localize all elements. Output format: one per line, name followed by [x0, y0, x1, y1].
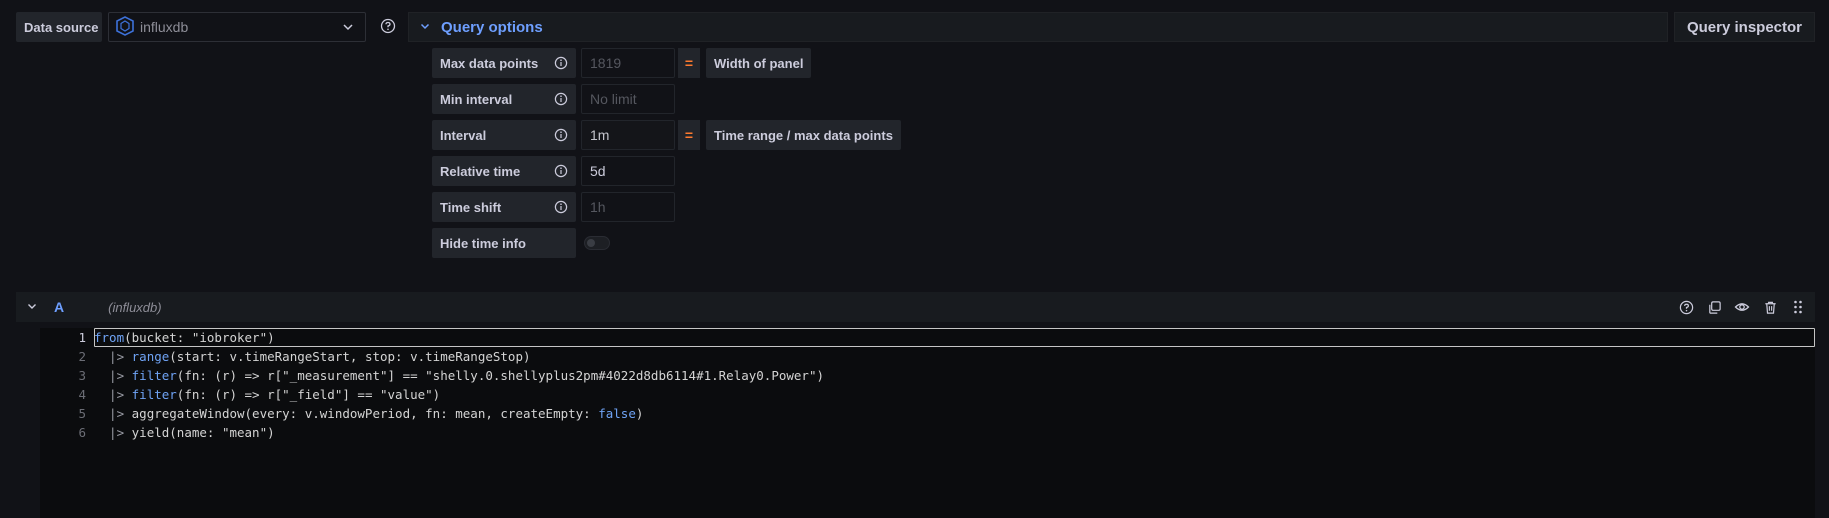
query-options-toggle[interactable]: Query options — [408, 12, 1668, 42]
code-token: range — [131, 349, 170, 364]
toggle-knob — [587, 239, 595, 247]
code-line[interactable]: |> filter(fn: (r) => r["_field"] == "val… — [94, 385, 824, 404]
code-token: |> — [94, 406, 132, 421]
interval-value: 1m — [581, 120, 675, 150]
code-token: (start: v.timeRangeStart, stop: v.timeRa… — [169, 349, 531, 364]
help-icon — [380, 18, 396, 37]
interval-description: Time range / max data points — [706, 120, 901, 150]
code-line[interactable]: |> filter(fn: (r) => r["_measurement"] =… — [94, 366, 824, 385]
code-token: (fn: (r) => r["_measurement"] == "shelly… — [176, 368, 825, 383]
line-number: 6 — [78, 425, 86, 440]
info-icon[interactable] — [554, 128, 568, 145]
code-token: filter — [131, 387, 177, 402]
time-shift-label: Time shift — [432, 192, 576, 222]
query-ref-id[interactable]: A — [54, 299, 64, 315]
query-code-editor[interactable]: 1 2 3 4 5 6 from(bucket: "iobroker") |> range… — [40, 328, 1815, 518]
data-source-label: Data source — [16, 12, 102, 42]
chevron-down-icon — [419, 19, 431, 35]
code-token: from — [94, 330, 125, 345]
code-token: |> — [94, 349, 132, 364]
code-token: (fn: (r) => r["_field"] == "value") — [176, 387, 441, 402]
code-token: aggregateWindow(every: v.windowPeriod, f… — [131, 406, 599, 421]
code-line[interactable]: |> aggregateWindow(every: v.windowPeriod… — [94, 404, 824, 423]
max-data-points-label: Max data points — [432, 48, 576, 78]
query-row-header[interactable]: A (influxdb) — [16, 292, 1815, 322]
line-number: 1 — [78, 330, 86, 345]
max-data-points-description: Width of panel — [706, 48, 812, 78]
duplicate-icon[interactable] — [1705, 298, 1723, 316]
code-line[interactable]: from(bucket: "iobroker") — [94, 328, 824, 347]
info-icon[interactable] — [554, 92, 568, 109]
max-data-points-input[interactable]: 1819 — [581, 48, 675, 78]
code-token: |> — [94, 368, 132, 383]
line-number-gutter: 1 2 3 4 5 6 — [40, 328, 92, 442]
code-lines[interactable]: from(bucket: "iobroker") |> range(start:… — [94, 328, 824, 442]
info-icon[interactable] — [554, 200, 568, 217]
chevron-down-icon[interactable] — [26, 299, 38, 315]
info-icon[interactable] — [554, 164, 568, 181]
query-datasource-name: (influxdb) — [108, 299, 162, 315]
equals-sign: = — [678, 120, 700, 150]
trash-icon[interactable] — [1761, 298, 1779, 316]
hide-time-info-label: Hide time info — [432, 228, 576, 258]
relative-time-label: Relative time — [432, 156, 576, 186]
code-token: yield(name: "mean") — [131, 425, 275, 440]
code-token: filter — [131, 368, 177, 383]
code-token: |> — [94, 425, 132, 440]
min-interval-input[interactable]: No limit — [581, 84, 675, 114]
interval-label: Interval — [432, 120, 576, 150]
data-source-help-button[interactable] — [374, 12, 402, 42]
influxdb-logo-icon — [115, 15, 135, 39]
code-line[interactable]: |> range(start: v.timeRangeStart, stop: … — [94, 347, 824, 366]
info-icon[interactable] — [554, 56, 568, 73]
hide-time-info-toggle[interactable] — [584, 236, 610, 250]
data-source-name: influxdb — [140, 19, 189, 35]
code-line[interactable]: |> yield(name: "mean") — [94, 423, 824, 442]
code-token: ) — [635, 406, 644, 421]
min-interval-label: Min interval — [432, 84, 576, 114]
line-number: 2 — [78, 349, 86, 364]
line-number: 4 — [78, 387, 86, 402]
query-inspector-button[interactable]: Query inspector — [1674, 12, 1815, 42]
eye-icon[interactable] — [1733, 298, 1751, 316]
line-number: 3 — [78, 368, 86, 383]
query-actions — [1677, 298, 1807, 316]
equals-sign: = — [678, 48, 700, 78]
time-shift-input[interactable]: 1h — [581, 192, 675, 222]
help-icon[interactable] — [1677, 298, 1695, 316]
code-token: false — [598, 406, 636, 421]
data-source-picker[interactable]: influxdb — [108, 12, 366, 42]
line-number: 5 — [78, 406, 86, 421]
chevron-down-icon — [341, 20, 355, 37]
relative-time-input[interactable]: 5d — [581, 156, 675, 186]
code-token: |> — [94, 387, 132, 402]
query-options-title: Query options — [441, 18, 543, 36]
code-token: (bucket: "iobroker") — [124, 330, 275, 345]
drag-handle-icon[interactable] — [1789, 298, 1807, 316]
